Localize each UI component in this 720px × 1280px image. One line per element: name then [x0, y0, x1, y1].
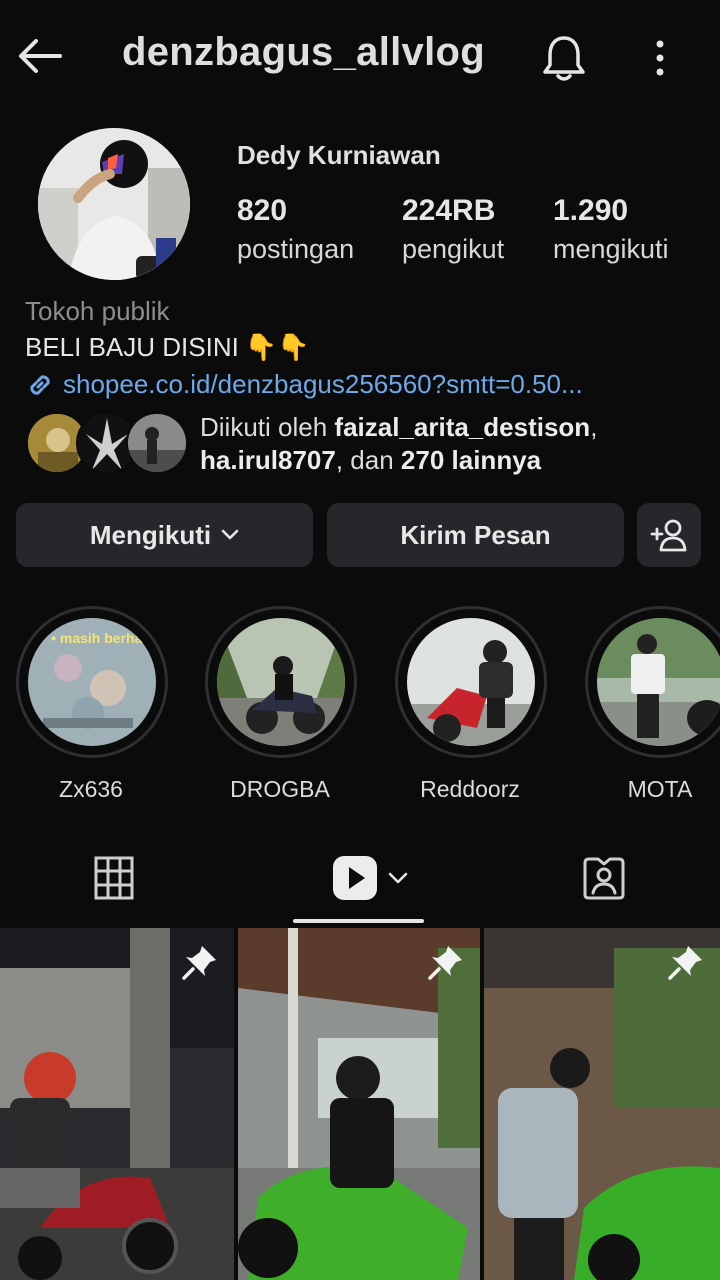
bio-text: BELI BAJU DISINI [25, 332, 239, 362]
highlight-ring [585, 606, 720, 758]
highlight-overlay-text: • masih berharap • [51, 630, 156, 646]
highlight-mota[interactable]: MOTA [585, 606, 720, 803]
tab-tagged[interactable] [562, 850, 646, 906]
reel-thumbnail-1[interactable] [0, 928, 234, 1280]
tab-reels[interactable] [320, 850, 420, 906]
reel-thumbnail-2[interactable] [238, 928, 480, 1280]
mutual-followers-avatars[interactable] [26, 412, 188, 474]
suggest-users-button[interactable] [637, 503, 701, 567]
highlight-label: MOTA [627, 776, 693, 802]
message-button[interactable]: Kirim Pesan [327, 503, 624, 567]
highlight-ring [205, 606, 357, 758]
profile-link[interactable]: shopee.co.id/denzbagus256560?smtt=0.50..… [25, 369, 583, 400]
followed-by-mid: , dan [335, 445, 401, 475]
reels-icon [333, 856, 377, 900]
profile-avatar[interactable] [38, 128, 190, 280]
highlight-drogba[interactable]: DROGBA [205, 606, 357, 803]
back-button[interactable] [14, 30, 66, 82]
highlight-cover [597, 618, 720, 746]
reel-thumbnail-3[interactable] [484, 928, 720, 1280]
highlight-ring: • masih berharap • [16, 606, 168, 758]
stat-following-count: 1.290 [553, 194, 629, 227]
chevron-down-icon [221, 529, 239, 540]
tagged-icon [583, 857, 625, 900]
arrow-left-icon [19, 39, 62, 73]
following-button-label: Mengikuti [89, 519, 212, 550]
profile-full-name: Dedy Kurniawan [237, 140, 441, 170]
pin-icon [428, 946, 462, 980]
highlight-cover: • masih berharap • [28, 618, 156, 746]
stat-following[interactable]: 1.290 mengikuti [553, 192, 669, 268]
grid-icon [94, 856, 134, 900]
highlight-label: DROGBA [230, 776, 330, 802]
followed-by-prefix: Diikuti oleh [200, 412, 335, 442]
pin-icon [668, 946, 702, 980]
chevron-down-icon [388, 872, 408, 884]
stat-posts-label: postingan [237, 234, 355, 264]
highlight-cover [407, 618, 535, 746]
stat-followers-count: 224RB [402, 194, 496, 227]
highlight-zx636[interactable]: • masih berharap • Zx636 [16, 606, 168, 803]
followed-by-sep: , [590, 412, 598, 442]
followed-by-text[interactable]: Diikuti oleh faizal_arita_destison, ha.i… [200, 411, 700, 477]
mutual-avatar-3 [126, 412, 188, 474]
link-icon [30, 374, 50, 395]
bio-emoji: 👇👇 [244, 332, 310, 363]
highlight-cover [217, 618, 345, 746]
pin-icon [182, 946, 216, 980]
more-options-button[interactable] [640, 30, 680, 86]
message-button-label: Kirim Pesan [400, 519, 551, 550]
stat-following-label: mengikuti [553, 234, 669, 264]
stat-followers-label: pengikut [402, 234, 505, 264]
stat-posts-count: 820 [237, 194, 288, 227]
more-vertical-icon [656, 40, 664, 76]
profile-username: denzbagus_allvlog [122, 30, 485, 74]
stat-followers[interactable]: 224RB pengikut [402, 192, 504, 268]
followed-by-user-2: ha.irul8707 [200, 445, 336, 475]
bell-icon [543, 36, 585, 81]
following-button[interactable]: Mengikuti [16, 503, 313, 567]
tab-grid[interactable] [72, 850, 156, 906]
highlight-label: Reddoorz [420, 776, 520, 802]
stat-posts[interactable]: 820 postingan [237, 192, 354, 268]
profile-category: Tokoh publik [25, 296, 170, 326]
followed-by-user-1: faizal_arita_destison [334, 412, 591, 442]
followed-by-more: 270 lainnya [400, 445, 542, 475]
add-person-icon [650, 519, 687, 552]
highlight-reddoorz[interactable]: Reddoorz [395, 606, 547, 803]
highlight-ring [395, 606, 547, 758]
notifications-button[interactable] [536, 30, 592, 86]
link-text: shopee.co.id/denzbagus256560?smtt=0.50..… [63, 369, 583, 399]
profile-bio: BELI BAJU DISINI 👇👇 [25, 332, 310, 363]
active-tab-indicator [293, 919, 424, 923]
highlight-label: Zx636 [59, 776, 123, 802]
avatar-photo [38, 128, 190, 280]
